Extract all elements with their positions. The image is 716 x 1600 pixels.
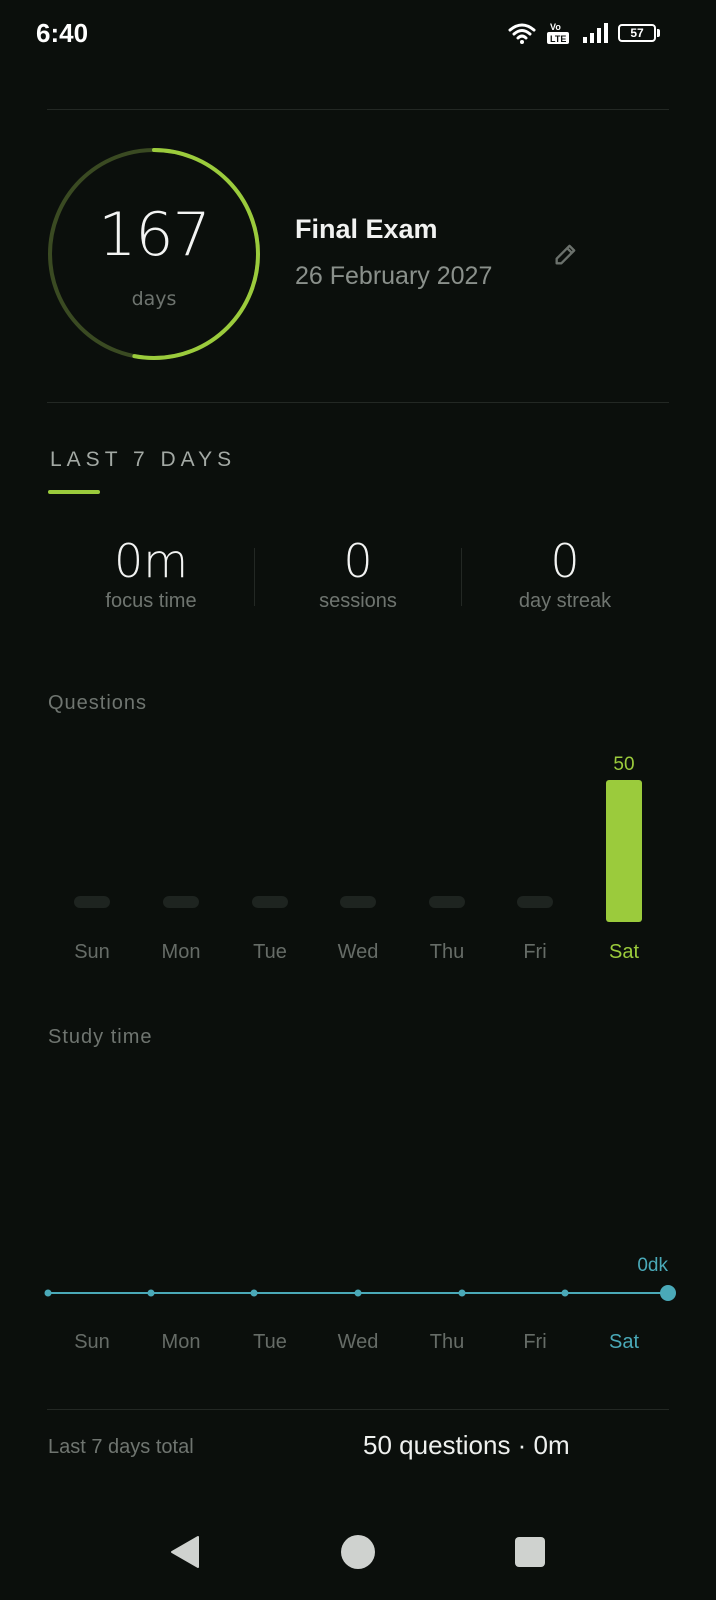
day-label-wed: Wed xyxy=(338,941,379,963)
day-label-sat: Sat xyxy=(609,941,639,963)
day-label-sun: Sun xyxy=(74,1331,110,1353)
question-bar-sun xyxy=(74,896,110,908)
stat-value: 0m xyxy=(113,534,189,588)
day-label-wed: Wed xyxy=(338,1331,379,1353)
day-label-mon: Mon xyxy=(162,1331,201,1353)
exam-date: 26 February 2027 xyxy=(295,262,493,290)
question-value-label: 50 xyxy=(613,754,634,775)
study-point-tue xyxy=(250,1289,258,1297)
status-icons: Vo LTE 57 xyxy=(508,20,660,46)
svg-text:LTE: LTE xyxy=(550,34,566,44)
stat-label: day streak xyxy=(518,590,612,612)
ring-divider xyxy=(47,402,669,403)
svg-text:Vo: Vo xyxy=(550,22,561,32)
exam-title: Final Exam xyxy=(295,214,438,244)
question-bar-thu xyxy=(429,896,465,908)
stat-label: sessions xyxy=(319,590,397,612)
stat-value: 0 xyxy=(343,534,373,588)
question-bar-wed xyxy=(340,896,376,908)
stat-value: 0 xyxy=(550,534,580,588)
study-time-line-chart: Sun Mon Tue Wed Thu Fri Sat 0dk xyxy=(44,1255,676,1353)
battery-icon: 57 xyxy=(618,24,660,42)
wifi-icon xyxy=(508,23,536,44)
question-bar-tue xyxy=(252,896,288,908)
question-bar-mon xyxy=(163,896,199,908)
stat-focus-time: 0m focus time xyxy=(48,534,254,613)
day-label-mon: Mon xyxy=(162,941,201,963)
status-time: 6:40 xyxy=(36,18,89,48)
stat-day-streak: 0 day streak xyxy=(462,534,668,613)
edit-pencil-icon[interactable] xyxy=(552,240,580,268)
study-point-sat xyxy=(660,1285,676,1301)
study-point-mon xyxy=(147,1289,155,1297)
tab-indicator xyxy=(48,490,100,494)
recents-nav-icon[interactable] xyxy=(514,1536,546,1568)
footer-total-label: Last 7 days total xyxy=(48,1436,194,1458)
study-value-label: 0dk xyxy=(637,1255,668,1276)
questions-chart-title: Questions xyxy=(48,692,148,714)
days-remaining-label: days xyxy=(131,288,177,310)
study-point-wed xyxy=(354,1289,362,1297)
stat-label: focus time xyxy=(105,590,197,612)
home-nav-icon[interactable] xyxy=(340,1534,376,1570)
stat-sessions: 0 sessions xyxy=(255,534,461,613)
volte-icon: Vo LTE xyxy=(547,22,569,44)
day-label-sat: Sat xyxy=(609,1331,639,1353)
day-label-tue: Tue xyxy=(253,1331,287,1353)
study-time-chart-title: Study time xyxy=(48,1026,153,1048)
questions-bar-chart: Sun Mon Tue Wed Thu Fri Sat 50 xyxy=(74,754,642,963)
day-label-fri: Fri xyxy=(523,1331,546,1353)
top-divider xyxy=(47,109,669,110)
back-nav-icon[interactable] xyxy=(168,1534,204,1570)
signal-icon xyxy=(583,23,608,43)
days-remaining-value: 167 xyxy=(98,200,211,270)
study-point-thu xyxy=(458,1289,466,1297)
question-bar-sat xyxy=(606,780,642,922)
day-label-fri: Fri xyxy=(523,941,546,963)
tab-last-7-days[interactable]: LAST 7 DAYS xyxy=(50,448,236,472)
footer-divider xyxy=(47,1409,669,1410)
footer-total-value: 50 questions · 0m xyxy=(363,1430,570,1460)
day-label-thu: Thu xyxy=(430,1331,464,1353)
day-label-tue: Tue xyxy=(253,941,287,963)
day-label-thu: Thu xyxy=(430,941,464,963)
study-point-sun xyxy=(44,1289,52,1297)
battery-level: 57 xyxy=(618,24,656,42)
study-point-fri xyxy=(561,1289,569,1297)
day-label-sun: Sun xyxy=(74,941,110,963)
question-bar-fri xyxy=(517,896,553,908)
